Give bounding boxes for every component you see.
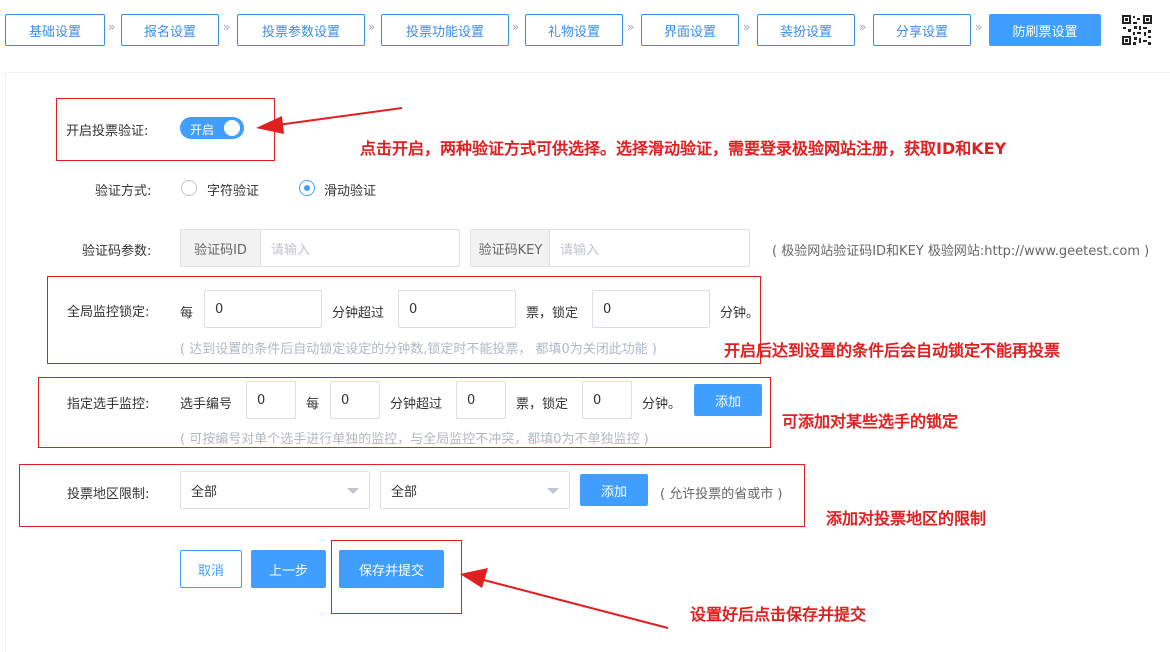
annotation-arrows [256,107,669,629]
arrow-to-save-icon [460,568,669,629]
arrow-to-toggle-icon [256,107,403,134]
